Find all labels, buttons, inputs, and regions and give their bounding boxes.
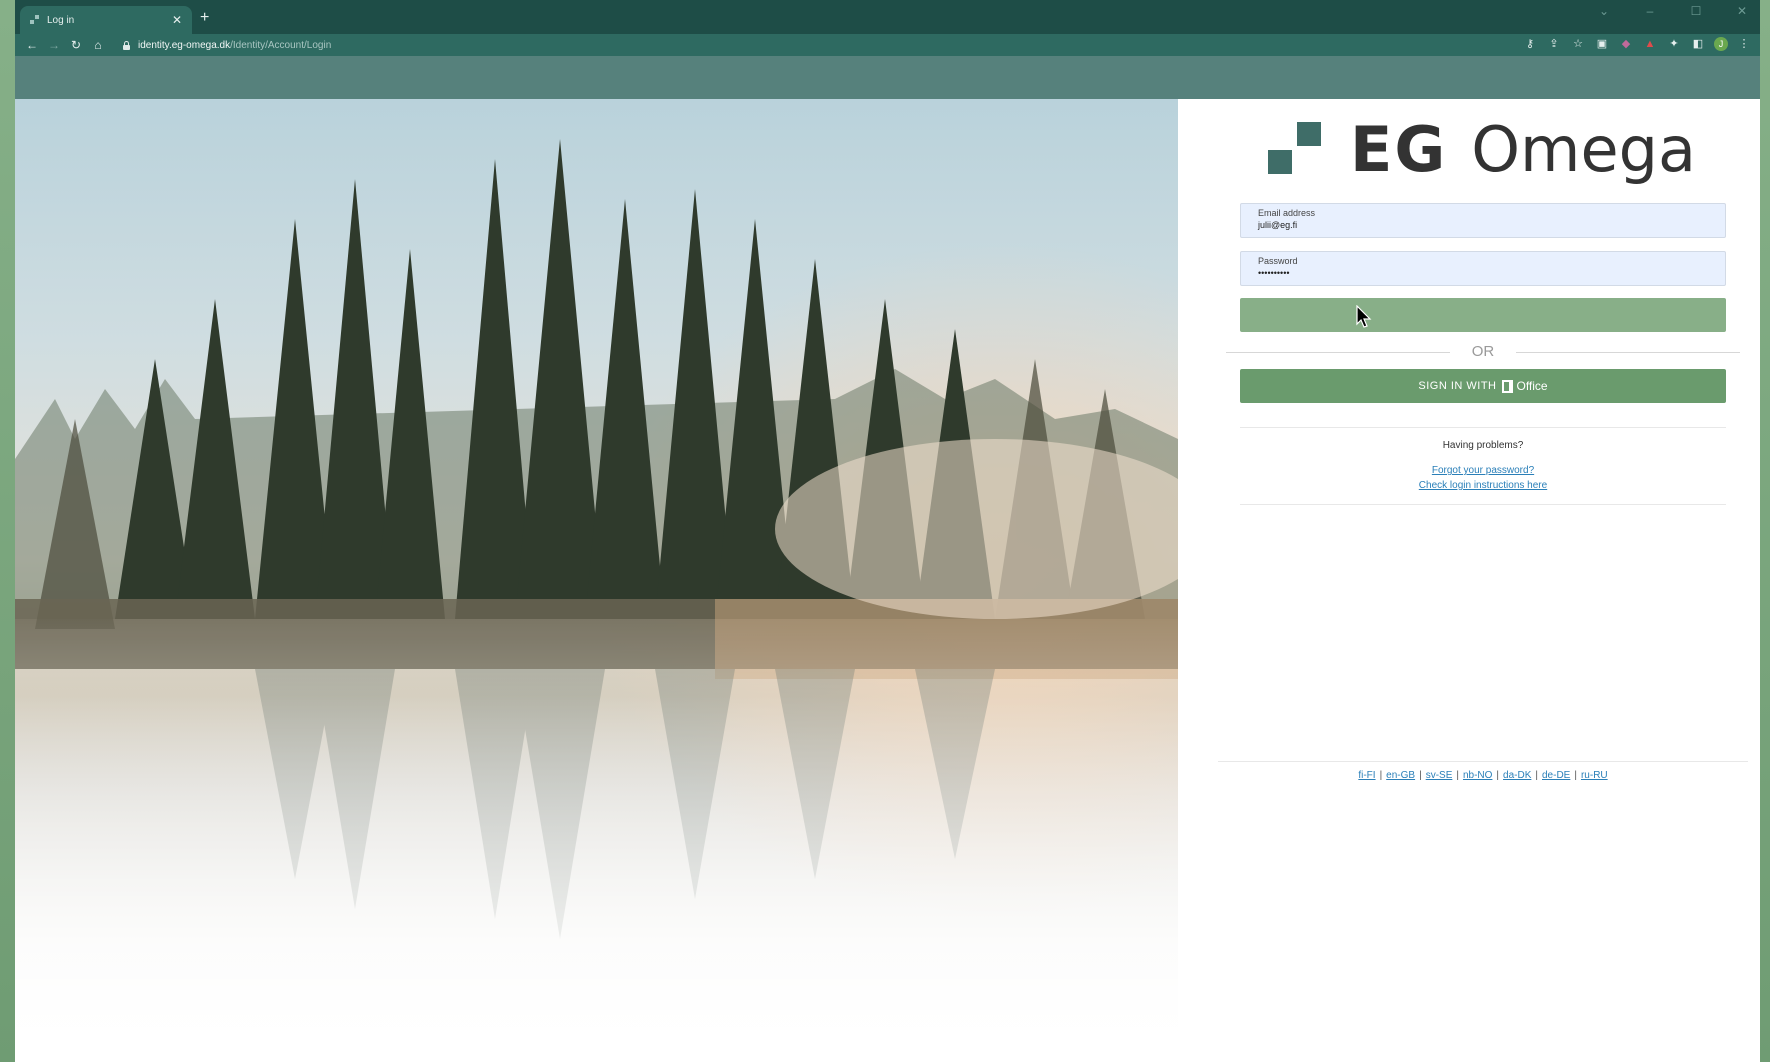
lang-nb-no[interactable]: nb-NO <box>1463 770 1492 781</box>
office-button-prefix: SIGN IN WITH <box>1418 380 1497 392</box>
hero-landscape-image <box>15 99 1178 1062</box>
address-bar[interactable]: identity.eg-omega.dk/Identity/Account/Lo… <box>115 35 1475 55</box>
star-icon[interactable]: ☆ <box>1570 36 1586 52</box>
minimize-icon[interactable]: – <box>1642 4 1658 18</box>
profile-avatar[interactable]: J <box>1714 37 1728 51</box>
or-divider: OR <box>1226 343 1740 361</box>
lang-de-de[interactable]: de-DE <box>1542 770 1570 781</box>
key-icon[interactable]: ⚷ <box>1522 36 1538 52</box>
chevron-down-icon[interactable]: ⌄ <box>1596 4 1612 18</box>
desktop-background <box>0 0 15 1062</box>
office-button-word: Office <box>1516 379 1548 393</box>
password-label: Password <box>1258 256 1298 266</box>
email-label: Email address <box>1258 208 1316 218</box>
divider <box>1240 427 1726 428</box>
lang-sv-se[interactable]: sv-SE <box>1426 770 1453 781</box>
language-selector: fi-FI | en-GB | sv-SE | nb-NO | da-DK | de-DE | ru-R… <box>1358 770 1608 781</box>
tab-login[interactable]: Log in ✕ <box>20 6 192 34</box>
forgot-password-link[interactable]: Forgot your password? <box>1240 465 1726 476</box>
forward-arrow-icon[interactable]: → <box>43 38 65 52</box>
sign-in-with-office-button[interactable]: SIGN IN WITH Office <box>1240 369 1726 403</box>
extension-b-icon[interactable]: ▣ <box>1594 36 1610 52</box>
email-input[interactable]: julii@eg.fi <box>1258 220 1725 230</box>
tab-title: Log in <box>47 14 75 26</box>
lang-ru-ru[interactable]: ru-RU <box>1581 770 1608 781</box>
page-header-band <box>15 56 1760 99</box>
puzzle-extensions-icon[interactable]: ✦ <box>1666 36 1682 52</box>
maximize-icon[interactable]: ☐ <box>1688 4 1704 18</box>
lang-fi-fi[interactable]: fi-FI <box>1358 770 1375 781</box>
login-panel: EG Omega Email address julii@eg.fi Passw… <box>1178 99 1760 1062</box>
browser-toolbar: ← → ↻ ⌂ identity.eg-omega.dk/Identity/Ac… <box>15 34 1760 56</box>
close-icon[interactable]: ✕ <box>172 13 182 27</box>
desktop-background-right <box>1760 0 1770 1062</box>
new-tab-plus-icon[interactable]: + <box>200 9 209 27</box>
home-icon[interactable]: ⌂ <box>87 38 109 52</box>
browser-window: Log in ✕ + ⌄ – ☐ ✕ ← → ↻ ⌂ identity.eg-o… <box>15 0 1760 1062</box>
lock-icon[interactable] <box>123 41 130 50</box>
password-input[interactable]: •••••••••• <box>1258 268 1725 278</box>
eg-favicon-icon <box>30 15 40 25</box>
url-host: identity.eg-omega.dk <box>138 39 231 51</box>
email-field[interactable]: Email address julii@eg.fi <box>1240 203 1726 238</box>
toolbar-actions: ⚷ ⇪ ☆ ▣ ◆ ▲ ✦ ◧ J ⋮ <box>1522 36 1752 52</box>
tab-strip: Log in ✕ + ⌄ – ☐ ✕ <box>15 0 1760 34</box>
kebab-menu-icon[interactable]: ⋮ <box>1736 36 1752 52</box>
lang-da-dk[interactable]: da-DK <box>1503 770 1531 781</box>
share-icon[interactable]: ⇪ <box>1546 36 1562 52</box>
eg-omega-logo: EG Omega <box>1268 113 1696 186</box>
window-controls: ⌄ – ☐ ✕ <box>1596 4 1750 18</box>
divider <box>1240 504 1726 505</box>
back-arrow-icon[interactable]: ← <box>21 38 43 52</box>
footer-divider <box>1218 761 1748 762</box>
logo-product: Omega <box>1471 113 1696 186</box>
pdf-extension-icon[interactable]: ▲ <box>1642 36 1658 52</box>
password-field[interactable]: Password •••••••••• <box>1240 251 1726 286</box>
having-problems-heading: Having problems? <box>1442 440 1524 451</box>
login-instructions-link[interactable]: Check login instructions here <box>1240 480 1726 491</box>
mouse-cursor-icon <box>1356 305 1372 328</box>
eg-logo-mark-icon <box>1268 121 1324 178</box>
forest-lake-illustration <box>15 99 1178 1062</box>
url-path: /Identity/Account/Login <box>230 39 332 51</box>
reload-icon[interactable]: ↻ <box>65 38 87 52</box>
extension-red-icon[interactable]: ◆ <box>1618 36 1634 52</box>
login-button[interactable] <box>1240 298 1726 332</box>
office-logo-icon <box>1502 379 1514 393</box>
side-panel-icon[interactable]: ◧ <box>1690 36 1706 52</box>
window-close-icon[interactable]: ✕ <box>1734 4 1750 18</box>
lang-en-gb[interactable]: en-GB <box>1386 770 1415 781</box>
logo-brand: EG <box>1350 113 1448 186</box>
